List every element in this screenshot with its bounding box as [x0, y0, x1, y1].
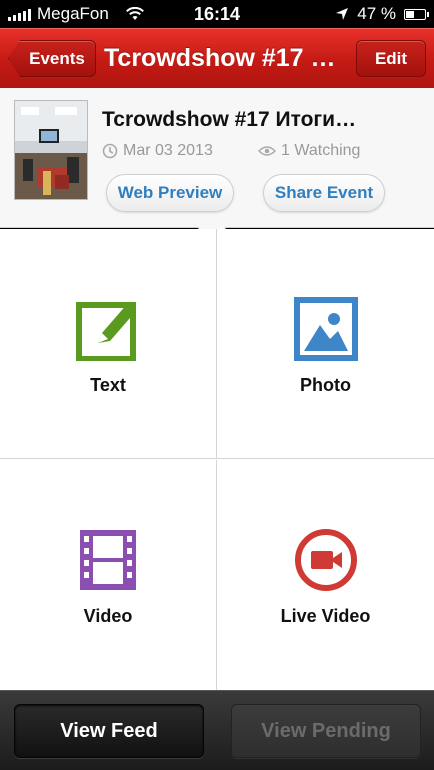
- battery-icon: [404, 8, 429, 20]
- pencil-square-icon: [76, 297, 140, 361]
- web-preview-button[interactable]: Web Preview: [106, 174, 234, 212]
- edit-button[interactable]: Edit: [356, 40, 426, 77]
- text-action-label: Text: [90, 375, 126, 395]
- event-date-text: Mar 03 2013: [123, 142, 213, 159]
- action-grid: Text Photo Video Live Video: [0, 229, 434, 690]
- battery-percent: 47 %: [357, 4, 396, 23]
- share-event-button[interactable]: Share Event: [263, 174, 385, 212]
- location-arrow-icon: [336, 8, 349, 20]
- wifi-icon: [125, 7, 144, 20]
- clock-icon: [102, 143, 118, 159]
- video-camera-icon: [294, 528, 358, 592]
- eye-icon: [258, 146, 276, 156]
- film-strip-icon: [76, 528, 140, 592]
- signal-icon: [8, 7, 31, 21]
- event-watching-text: 1 Watching: [281, 142, 361, 159]
- nav-title: Tcrowdshow #17 Итоги…: [104, 44, 344, 72]
- image-icon: [293, 297, 358, 361]
- video-action-label: Video: [83, 606, 133, 626]
- carrier-name: MegaFon: [37, 4, 109, 23]
- event-thumbnail[interactable]: [14, 100, 88, 200]
- events-back-button[interactable]: Events: [8, 40, 96, 77]
- status-bar: MegaFon 16:14 47 %: [0, 0, 434, 28]
- text-action[interactable]: Text: [0, 229, 217, 459]
- event-header: Tcrowdshow #17 Итоги… Mar 03 2013 1 Watc…: [0, 88, 434, 228]
- live-video-action-label: Live Video: [280, 606, 371, 626]
- event-date: Mar 03 2013: [102, 142, 213, 160]
- live-video-action[interactable]: Live Video: [217, 460, 434, 690]
- video-action[interactable]: Video: [0, 460, 217, 690]
- photo-action[interactable]: Photo: [217, 229, 434, 459]
- battery-fill: [406, 10, 415, 18]
- view-pending-button[interactable]: View Pending: [231, 704, 421, 758]
- photo-action-label: Photo: [300, 375, 351, 395]
- status-time: 16:14: [193, 3, 241, 24]
- navigation-bar: Events Tcrowdshow #17 Итоги… Edit: [0, 28, 434, 88]
- status-left: MegaFon: [8, 4, 168, 24]
- event-title: Tcrowdshow #17 Итоги…: [102, 108, 357, 131]
- bottom-toolbar: View Feed View Pending: [0, 690, 434, 770]
- status-right: 47 %: [266, 4, 429, 24]
- view-feed-button[interactable]: View Feed: [14, 704, 204, 758]
- event-watching: 1 Watching: [258, 142, 360, 160]
